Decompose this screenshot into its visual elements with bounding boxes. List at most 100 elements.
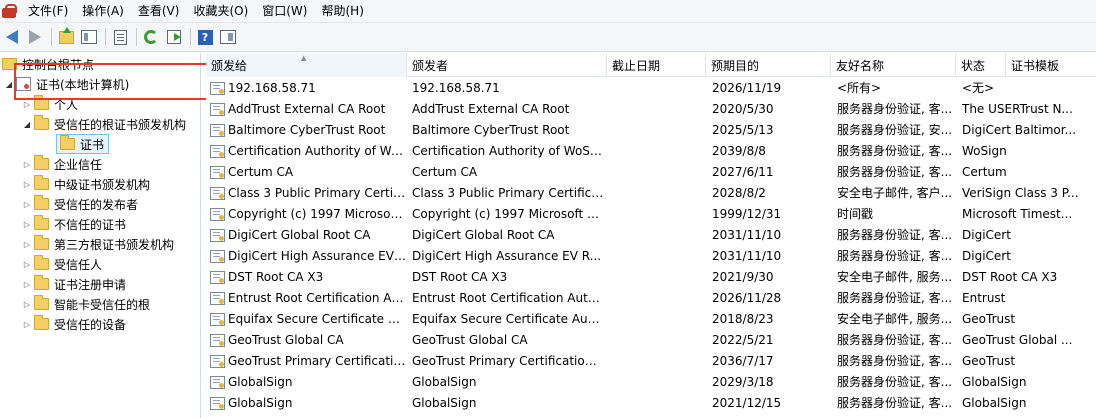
toolbar-separator	[190, 28, 191, 46]
tree-node-enrollment-requests[interactable]: ▷ 证书注册申请	[20, 274, 126, 294]
cell-intended-purposes: 服务器身份验证, 客...	[837, 375, 953, 389]
cell-issued-by: Certum CA	[412, 165, 478, 179]
collapsed-triangle-icon[interactable]: ▷	[20, 274, 34, 294]
table-row[interactable]: DigiCert High Assurance EV ... DigiCert H…	[206, 246, 1096, 267]
cell-intended-purposes: 服务器身份验证, 客...	[837, 291, 953, 305]
table-row[interactable]: Copyright (c) 1997 Microsoft... Copyright…	[206, 204, 1096, 225]
cell-issued-by: AddTrust External CA Root	[412, 102, 570, 116]
table-row[interactable]: Class 3 Public Primary Certifi... Class 3…	[206, 183, 1096, 204]
cell-expiration: 2020/5/30	[712, 102, 774, 116]
collapsed-triangle-icon[interactable]: ▷	[20, 154, 34, 174]
collapsed-triangle-icon[interactable]: ▷	[20, 194, 34, 214]
certificate-icon	[210, 82, 225, 95]
show-action-pane-button[interactable]	[218, 27, 238, 47]
column-header-template[interactable]: 证书模板	[1006, 53, 1096, 77]
column-header-friendly-name[interactable]: 友好名称	[831, 53, 956, 77]
toolbar-separator	[105, 28, 106, 46]
table-row[interactable]: Equifax Secure Certificate Au... Equifax …	[206, 309, 1096, 330]
table-row[interactable]: DigiCert Global Root CA DigiCert Global R…	[206, 225, 1096, 246]
certificate-icon	[210, 355, 225, 368]
cell-issued-to: DigiCert High Assurance EV ...	[228, 249, 406, 263]
menu-view[interactable]: 查看(V)	[131, 0, 187, 23]
tree-node-third-party-root[interactable]: ▷ 第三方根证书颁发机构	[20, 234, 174, 254]
table-row[interactable]: DST Root CA X3 DST Root CA X3 2021/9/30 安全电…	[206, 267, 1096, 288]
tree-node-trusted-devices[interactable]: ▷ 受信任的设备	[20, 314, 126, 334]
table-row[interactable]: GlobalSign GlobalSign 2021/12/15 服务器身份验证, 客…	[206, 393, 1096, 414]
table-row[interactable]: Baltimore CyberTrust Root Baltimore Cyber…	[206, 120, 1096, 141]
table-row[interactable]: GlobalSign GlobalSign 2029/3/18 服务器身份验证, 客.…	[206, 372, 1096, 393]
column-header-issued-by[interactable]: 颁发者	[407, 53, 607, 77]
table-row[interactable]: 192.168.58.71 192.168.58.71 2026/11/19 <所有>…	[206, 78, 1096, 99]
tree-node-smart-card-roots[interactable]: ▷ 智能卡受信任的根	[20, 294, 150, 314]
forward-button[interactable]	[25, 27, 45, 47]
certificate-icon	[210, 397, 225, 410]
table-row[interactable]: Certum CA Certum CA 2027/6/11 服务器身份验证, 客...…	[206, 162, 1096, 183]
up-folder-icon	[58, 26, 74, 44]
column-header-status[interactable]: 状态	[956, 53, 1006, 77]
column-header-issued-to[interactable]: 颁发给 ▲	[206, 53, 407, 77]
tree-node-trusted-people[interactable]: ▷ 受信任人	[20, 254, 102, 274]
certificate-icon	[210, 103, 225, 116]
menu-help[interactable]: 帮助(H)	[314, 0, 370, 23]
tree-node-trusted-publishers[interactable]: ▷ 受信任的发布者	[20, 194, 138, 214]
collapsed-triangle-icon[interactable]: ▷	[20, 314, 34, 334]
table-row[interactable]: Entrust Root Certification Au... Entrust …	[206, 288, 1096, 309]
properties-button[interactable]	[110, 27, 130, 47]
table-row[interactable]: Certification Authority of Wo... Certific…	[206, 141, 1096, 162]
up-one-level-button[interactable]	[56, 26, 76, 47]
cell-intended-purposes: 时间戳	[837, 207, 874, 221]
cell-expiration: 1999/12/31	[712, 207, 782, 221]
expanded-triangle-icon[interactable]: ◢	[20, 114, 34, 134]
cell-issued-to: Baltimore CyberTrust Root	[228, 123, 386, 137]
collapsed-triangle-icon[interactable]: ▷	[20, 214, 34, 234]
menu-file[interactable]: 文件(F)	[21, 0, 75, 23]
column-header-expiration[interactable]: 截止日期	[607, 53, 706, 77]
menu-window[interactable]: 窗口(W)	[255, 0, 314, 23]
column-header-label: 颁发给	[211, 59, 248, 73]
folder-icon	[34, 215, 49, 230]
tree-node-certificates-selected[interactable]: 证书	[56, 134, 110, 154]
tree-node-untrusted-certs[interactable]: ▷ 不信任的证书	[20, 214, 126, 234]
properties-icon	[113, 29, 127, 45]
back-button[interactable]	[2, 27, 22, 47]
cell-friendly-name: DigiCert Baltimor...	[962, 123, 1077, 137]
collapsed-triangle-icon[interactable]: ▷	[20, 174, 34, 194]
certificate-icon	[210, 187, 225, 200]
folder-icon	[34, 115, 49, 130]
tree-node-enterprise-trust[interactable]: ▷ 企业信任	[20, 154, 102, 174]
cell-issued-to: Entrust Root Certification Au...	[228, 291, 406, 305]
table-row[interactable]: AddTrust External CA Root AddTrust Extern…	[206, 99, 1096, 120]
cell-intended-purposes: 安全电子邮件, 客户...	[837, 186, 953, 200]
show-hide-tree-button[interactable]	[79, 27, 99, 47]
tree-node-trusted-root[interactable]: ◢ 受信任的根证书颁发机构	[20, 114, 186, 134]
cell-issued-to: AddTrust External CA Root	[228, 102, 386, 116]
menu-favorites[interactable]: 收藏夹(O)	[186, 0, 255, 23]
refresh-button[interactable]	[141, 27, 161, 47]
collapsed-triangle-icon[interactable]: ▷	[20, 234, 34, 254]
collapsed-triangle-icon[interactable]: ▷	[20, 254, 34, 274]
help-button[interactable]: ?	[195, 27, 215, 47]
cell-issued-by: GlobalSign	[412, 375, 477, 389]
certificate-list[interactable]: 颁发给 ▲ 颁发者 截止日期 预期目的 友好名称 状态 证书模板 192.168…	[206, 53, 1096, 418]
certificate-icon	[210, 271, 225, 284]
cell-issued-to: GlobalSign	[228, 396, 293, 410]
certmgr-app-icon[interactable]	[1, 2, 19, 20]
tree-node-intermediate-ca[interactable]: ▷ 中级证书颁发机构	[20, 174, 150, 194]
sort-ascending-icon: ▲	[301, 54, 307, 62]
cell-issued-to: GeoTrust Primary Certificatio...	[228, 354, 406, 368]
cell-issued-by: DigiCert Global Root CA	[412, 228, 555, 242]
tree-node-label: 企业信任	[54, 157, 103, 172]
certificate-icon	[210, 376, 225, 389]
table-row[interactable]: GeoTrust Global CA GeoTrust Global CA 2022…	[206, 330, 1096, 351]
cell-intended-purposes: 服务器身份验证, 客...	[837, 102, 953, 116]
tree-node-label: 不信任的证书	[54, 217, 127, 232]
export-list-button[interactable]	[164, 27, 184, 47]
table-row[interactable]: GeoTrust Primary Certificatio... GeoTrust…	[206, 351, 1096, 372]
export-list-icon	[167, 30, 181, 44]
cell-friendly-name: GlobalSign	[962, 396, 1027, 410]
menu-action[interactable]: 操作(A)	[75, 0, 131, 23]
console-tree[interactable]: 控制台根节点 ◢ 证书(本地计算机) ▷ 个人 ◢ 受信任的根证书颁发机构 证书…	[0, 53, 201, 418]
cell-issued-to: 192.168.58.71	[228, 81, 316, 95]
collapsed-triangle-icon[interactable]: ▷	[20, 294, 34, 314]
column-header-intended-purposes[interactable]: 预期目的	[706, 53, 831, 77]
